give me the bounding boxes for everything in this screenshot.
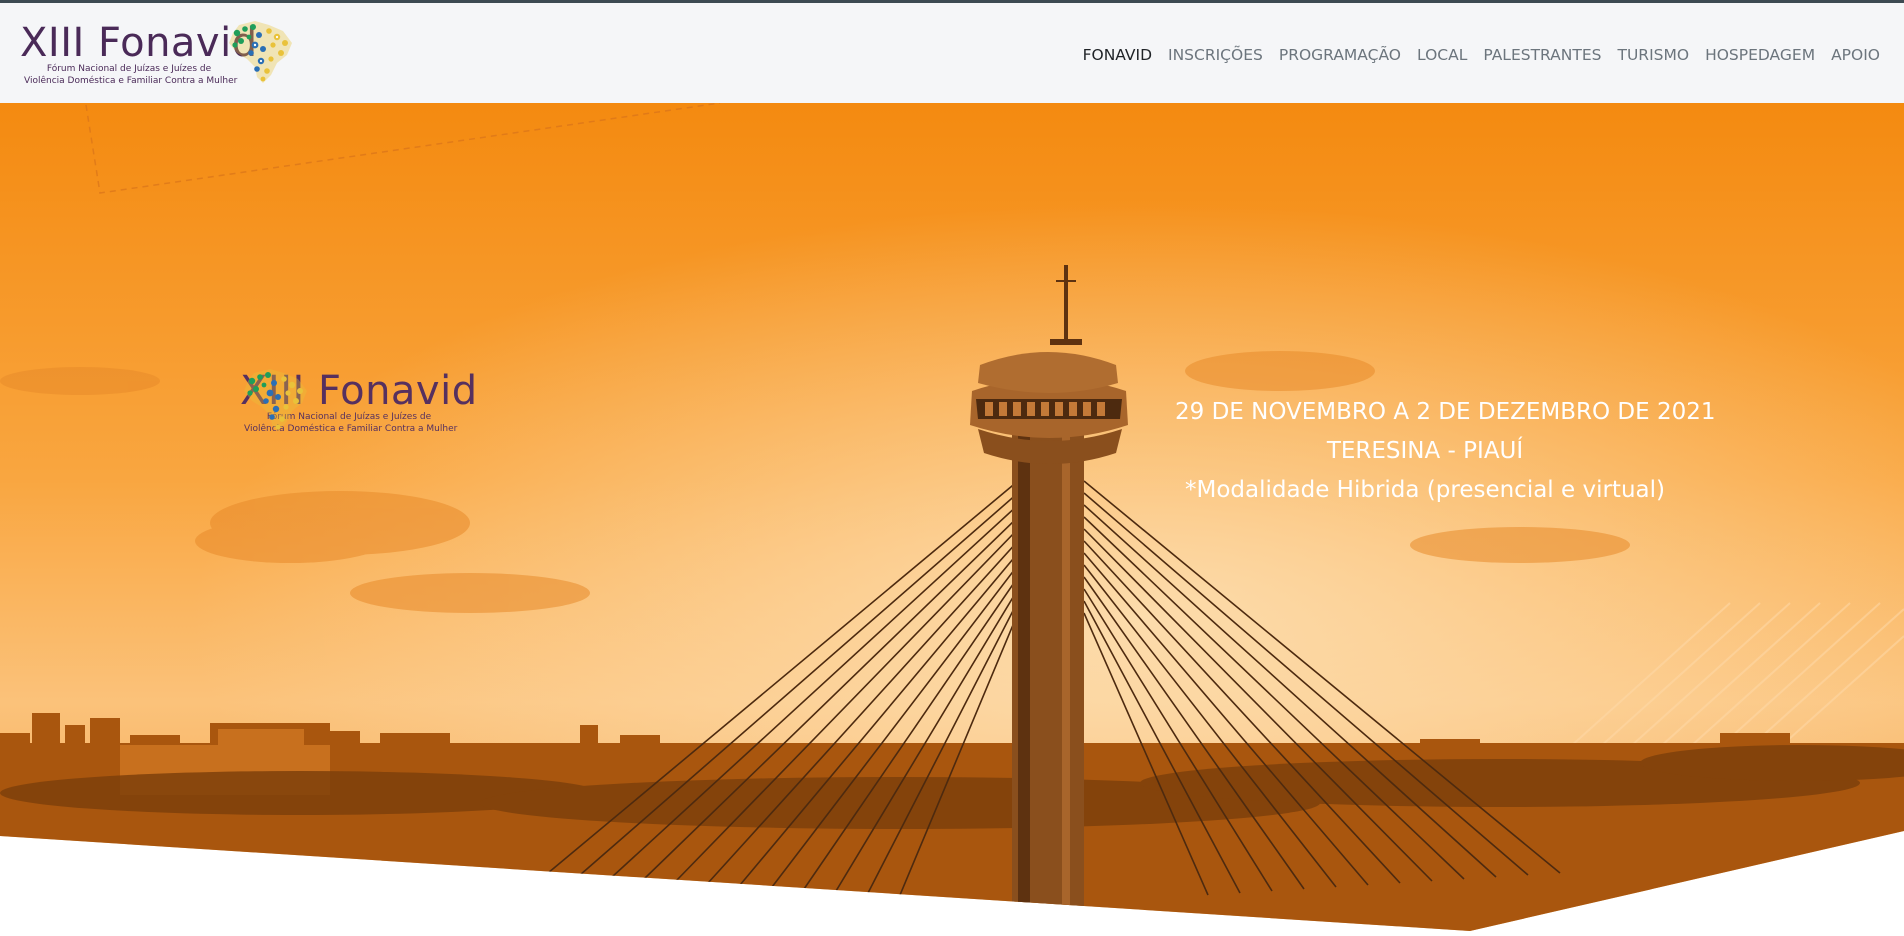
- brazil-map-icon: [229, 21, 292, 83]
- hero-brazil-map-icon: [244, 369, 307, 431]
- event-dates: 29 DE NOVEMBRO A 2 DE DEZEMBRO DE 2021: [1175, 399, 1716, 425]
- nav-palestrantes[interactable]: PALESTRANTES: [1483, 43, 1601, 67]
- site-logo[interactable]: XIII Fonavid Fórum Nacional de Juízas e …: [20, 19, 295, 89]
- hero-banner: XIII Fonavid Fórum Nacional de Juízas e …: [0, 103, 1904, 936]
- logo-subtitle-line1: Fórum Nacional de Juízas e Juízes de: [46, 64, 212, 74]
- main-nav: FONAVID INSCRIÇÕES PROGRAMAÇÃO LOCAL PAL…: [1083, 43, 1880, 67]
- site-header: XIII Fonavid Fórum Nacional de Juízas e …: [0, 3, 1904, 103]
- logo-title: XIII Fonavid: [20, 20, 258, 66]
- nav-turismo[interactable]: TURISMO: [1617, 43, 1689, 67]
- event-info: 29 DE NOVEMBRO A 2 DE DEZEMBRO DE 2021 T…: [1175, 393, 1716, 510]
- hero-logo: XIII Fonavid Fórum Nacional de Juízas e …: [240, 367, 515, 437]
- nav-inscricoes[interactable]: INSCRIÇÕES: [1168, 43, 1263, 67]
- event-modality: *Modalidade Hibrida (presencial e virtua…: [1185, 477, 1665, 503]
- nav-local[interactable]: LOCAL: [1417, 43, 1467, 67]
- logo-subtitle-line2: Violência Doméstica e Familiar Contra a …: [24, 76, 238, 86]
- event-location: TERESINA - PIAUÍ: [1326, 438, 1524, 464]
- hero-background-image: [0, 103, 1904, 931]
- nav-programacao[interactable]: PROGRAMAÇÃO: [1279, 43, 1401, 67]
- nav-hospedagem[interactable]: HOSPEDAGEM: [1705, 43, 1815, 67]
- nav-fonavid[interactable]: FONAVID: [1083, 43, 1152, 67]
- nav-apoio[interactable]: APOIO: [1831, 43, 1880, 67]
